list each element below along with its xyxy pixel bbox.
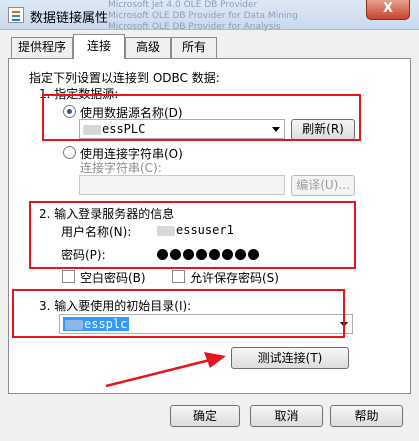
checkbox-allow-save-password[interactable] — [172, 270, 185, 283]
tab-all[interactable]: 所有 — [171, 37, 217, 58]
close-icon: X — [382, 1, 394, 16]
cancel-button[interactable]: 取消 — [250, 405, 323, 427]
tab-provider[interactable]: 提供程序 — [11, 37, 73, 58]
highlight-box-datasource — [42, 94, 361, 141]
radio-use-connection-string[interactable] — [63, 146, 76, 159]
highlight-box-login — [29, 201, 356, 269]
blank-password-label: 空白密码(B) — [80, 271, 146, 285]
test-connection-button[interactable]: 测试连接(T) — [231, 347, 349, 369]
allow-save-password-label: 允许保存密码(S) — [190, 271, 279, 285]
window-title: 数据链接属性 — [30, 11, 109, 26]
ok-button[interactable]: 确定 — [170, 405, 240, 427]
tab-advanced[interactable]: 高级 — [125, 37, 171, 58]
connection-string-label: 连接字符串(C): — [80, 161, 162, 175]
tab-connection[interactable]: 连接 — [73, 34, 125, 59]
help-button[interactable]: 帮助 — [330, 405, 403, 427]
close-button[interactable]: X — [366, 0, 410, 20]
intro-text: 指定下列设置以连接到 ODBC 数据: — [29, 71, 220, 85]
checkbox-blank-password[interactable] — [62, 270, 75, 283]
build-button[interactable]: 编译(U)... — [291, 175, 355, 196]
annotation-arrow-icon — [105, 352, 226, 388]
background-window-text: Microsoft Jet 4.0 OLE DB Provider Micros… — [108, 0, 298, 32]
data-link-icon — [8, 7, 24, 23]
highlight-box-catalog — [12, 289, 345, 338]
connection-string-input[interactable] — [79, 175, 285, 195]
